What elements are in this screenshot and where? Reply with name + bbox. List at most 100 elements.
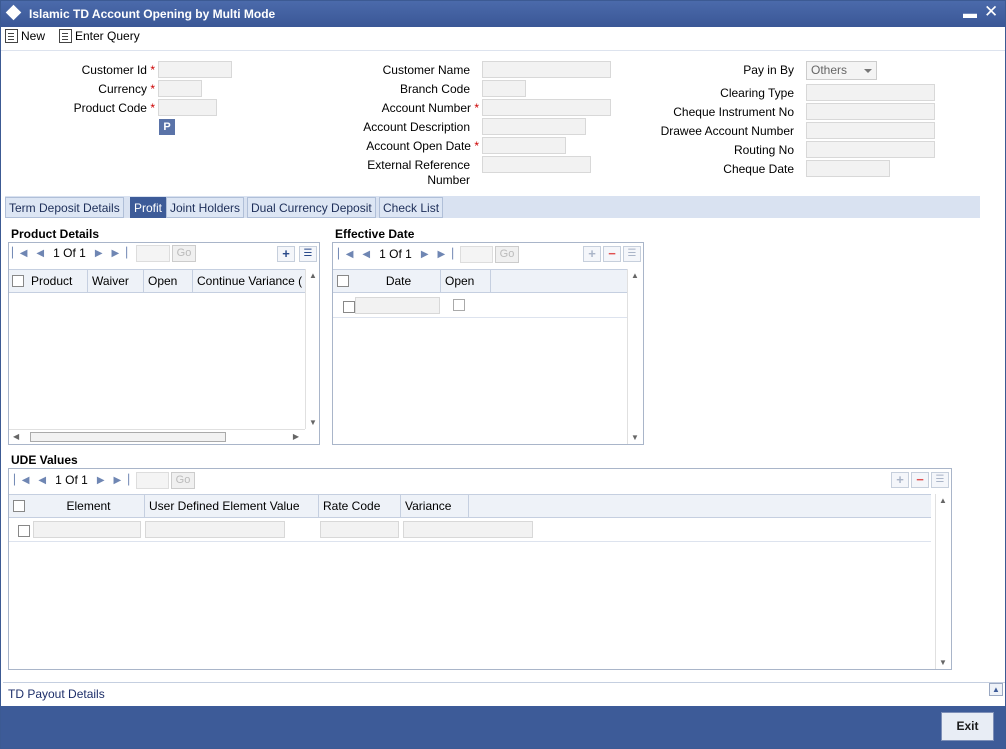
col-product: Product	[27, 270, 88, 292]
select-all-checkbox[interactable]	[337, 275, 349, 287]
tab-profit[interactable]: Profit	[130, 197, 167, 218]
close-icon[interactable]: ✕	[984, 2, 998, 22]
account-open-date-input[interactable]	[482, 137, 566, 154]
list-icon[interactable]: ☰	[299, 246, 317, 262]
add-row-icon[interactable]: +	[583, 246, 601, 262]
chevron-down-icon	[864, 69, 872, 73]
prev-page-icon[interactable]: ◀	[362, 249, 370, 260]
scroll-up-icon[interactable]: ▲	[631, 271, 639, 280]
scroll-up-icon[interactable]: ▲	[939, 496, 947, 505]
next-page-icon[interactable]: ▶	[97, 475, 105, 486]
first-page-icon[interactable]: ▏◀	[338, 249, 353, 260]
td-payout-details-link[interactable]: TD Payout Details	[8, 687, 105, 701]
ude-values-header: Element User Defined Element Value Rate …	[9, 494, 931, 518]
new-button[interactable]: New	[5, 29, 45, 43]
select-all-checkbox[interactable]	[13, 500, 25, 512]
tab-check-list[interactable]: Check List	[379, 197, 444, 218]
cheque-instrument-no-input[interactable]	[806, 103, 935, 120]
last-page-icon[interactable]: ▶▕	[112, 248, 127, 259]
tab-term-deposit-details[interactable]: Term Deposit Details	[5, 197, 124, 218]
collapse-up-icon[interactable]: ▲	[989, 683, 1003, 696]
first-page-icon[interactable]: ▏◀	[12, 248, 27, 259]
branch-code-input[interactable]	[482, 80, 526, 97]
col-element: Element	[29, 495, 145, 517]
effective-date-go-button[interactable]: Go	[495, 246, 519, 263]
element-input[interactable]	[33, 521, 141, 538]
scroll-down-icon[interactable]: ▼	[309, 418, 317, 427]
scroll-up-icon[interactable]: ▲	[309, 271, 317, 280]
clearing-type-input[interactable]	[806, 84, 935, 101]
effective-date-vscroll[interactable]: ▲ ▼	[627, 269, 641, 444]
external-reference-label: External Reference	[367, 158, 470, 172]
cheque-instrument-no-label: Cheque Instrument No	[673, 105, 794, 119]
ude-values-go-button[interactable]: Go	[171, 472, 195, 489]
enter-query-icon	[59, 29, 72, 43]
product-code-input[interactable]	[158, 99, 217, 116]
hscroll-thumb[interactable]	[30, 432, 226, 442]
cheque-date-input[interactable]	[806, 160, 890, 177]
effective-date-row	[333, 294, 627, 318]
row-select-checkbox[interactable]	[18, 525, 30, 537]
col-rate-code: Rate Code	[319, 495, 401, 517]
scroll-right-icon[interactable]: ▶	[293, 432, 299, 441]
enter-query-label: Enter Query	[75, 29, 140, 43]
new-label: New	[21, 29, 46, 43]
drawee-account-number-input[interactable]	[806, 122, 935, 139]
app-diamond-icon	[5, 4, 22, 21]
row-select-checkbox[interactable]	[343, 301, 355, 313]
customer-name-input[interactable]	[482, 61, 611, 78]
product-details-go-button[interactable]: Go	[172, 245, 196, 262]
col-open: Open	[144, 270, 193, 292]
external-reference-input[interactable]	[482, 156, 591, 173]
prev-page-icon[interactable]: ◀	[38, 475, 46, 486]
list-icon[interactable]: ☰	[931, 472, 949, 488]
add-row-icon[interactable]: +	[891, 472, 909, 488]
user-defined-element-value-input[interactable]	[145, 521, 285, 538]
product-code-label: Product Code *	[73, 101, 155, 115]
minimize-icon[interactable]: ▬	[963, 5, 977, 21]
delete-row-icon[interactable]: −	[911, 472, 929, 488]
customer-id-input[interactable]	[158, 61, 232, 78]
next-page-icon[interactable]: ▶	[95, 248, 103, 259]
account-description-input[interactable]	[482, 118, 586, 135]
ude-values-page-input[interactable]	[136, 472, 169, 489]
scroll-left-icon[interactable]: ◀	[13, 432, 19, 441]
last-page-icon[interactable]: ▶▕	[438, 249, 453, 260]
product-details-header: Product Waiver Open Continue Variance (	[9, 269, 305, 293]
product-details-hscroll[interactable]: ◀ ▶	[9, 429, 305, 444]
col-user-defined-element-value: User Defined Element Value	[145, 495, 319, 517]
external-reference-label-2: Number	[427, 173, 470, 187]
product-details-vscroll[interactable]: ▲ ▼	[305, 269, 319, 429]
currency-input[interactable]	[158, 80, 202, 97]
pay-in-by-select[interactable]: Others	[806, 61, 877, 80]
delete-row-icon[interactable]: −	[603, 246, 621, 262]
routing-no-input[interactable]	[806, 141, 935, 158]
scroll-down-icon[interactable]: ▼	[631, 433, 639, 442]
open-checkbox[interactable]	[453, 299, 465, 311]
first-page-icon[interactable]: ▏◀	[14, 475, 29, 486]
add-row-icon[interactable]: +	[277, 246, 295, 262]
exit-button[interactable]: Exit	[941, 712, 994, 741]
variance-input[interactable]	[403, 521, 533, 538]
prev-page-icon[interactable]: ◀	[36, 248, 44, 259]
next-page-icon[interactable]: ▶	[421, 249, 429, 260]
list-icon[interactable]: ☰	[623, 246, 641, 262]
effective-date-header: Date Open	[333, 269, 627, 293]
account-number-input[interactable]	[482, 99, 611, 116]
scroll-down-icon[interactable]: ▼	[939, 658, 947, 667]
rate-code-input[interactable]	[320, 521, 399, 538]
select-all-checkbox[interactable]	[12, 275, 24, 287]
tab-joint-holders[interactable]: Joint Holders	[166, 197, 245, 218]
last-page-icon[interactable]: ▶▕	[114, 475, 129, 486]
ude-values-title: UDE Values	[11, 453, 78, 467]
product-lov-button[interactable]: P	[159, 119, 175, 135]
tab-dual-currency-deposit[interactable]: Dual Currency Deposit	[247, 197, 376, 218]
clearing-type-label: Clearing Type	[720, 86, 794, 100]
enter-query-button[interactable]: Enter Query	[59, 29, 140, 43]
routing-no-label: Routing No	[733, 143, 794, 157]
effective-date-page-input[interactable]	[460, 246, 493, 263]
drawee-account-number-label: Drawee Account Number	[660, 124, 794, 138]
product-details-page-input[interactable]	[136, 245, 170, 262]
ude-values-vscroll[interactable]: ▲ ▼	[935, 494, 949, 669]
date-input[interactable]	[355, 297, 440, 314]
